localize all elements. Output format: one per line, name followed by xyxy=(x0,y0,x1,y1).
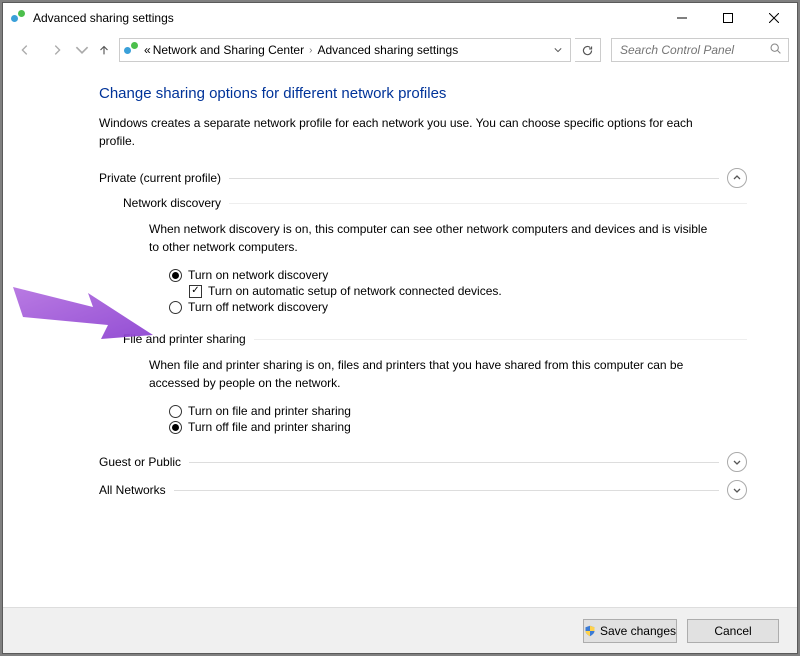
breadcrumb-item[interactable]: Network and Sharing Center xyxy=(153,43,304,57)
save-changes-button[interactable]: Save changes xyxy=(583,619,677,643)
checkbox-auto-setup-devices[interactable]: Turn on automatic setup of network conne… xyxy=(189,284,747,298)
radio-turn-on-network-discovery[interactable]: Turn on network discovery xyxy=(169,268,747,282)
chevron-down-icon[interactable] xyxy=(727,480,747,500)
section-all-networks[interactable]: All Networks xyxy=(99,480,747,500)
section-private[interactable]: Private (current profile) xyxy=(99,168,747,188)
footer-bar: Save changes Cancel xyxy=(3,607,797,653)
network-sharing-icon xyxy=(124,42,140,58)
divider xyxy=(229,203,747,204)
radio-label: Turn on file and printer sharing xyxy=(188,404,351,418)
radio-icon xyxy=(169,269,182,282)
close-button[interactable] xyxy=(751,3,797,33)
checkbox-label: Turn on automatic setup of network conne… xyxy=(208,284,502,298)
subsection-title: Network discovery xyxy=(123,196,221,210)
divider xyxy=(174,490,719,491)
breadcrumb-dropdown[interactable] xyxy=(550,43,566,57)
file-printer-options: Turn on file and printer sharing Turn of… xyxy=(169,404,747,434)
forward-button[interactable] xyxy=(43,37,71,63)
section-label: Private (current profile) xyxy=(99,171,221,185)
titlebar: Advanced sharing settings xyxy=(3,3,797,33)
window: Advanced sharing settings xyxy=(2,2,798,654)
divider xyxy=(254,339,747,340)
radio-label: Turn on network discovery xyxy=(188,268,328,282)
chevron-right-icon: › xyxy=(306,45,315,56)
recent-dropdown[interactable] xyxy=(75,37,89,63)
maximize-button[interactable] xyxy=(705,3,751,33)
section-label: Guest or Public xyxy=(99,455,181,469)
checkbox-icon xyxy=(189,285,202,298)
subsection-file-printer-sharing: File and printer sharing xyxy=(123,332,747,346)
cancel-button[interactable]: Cancel xyxy=(687,619,779,643)
radio-icon xyxy=(169,421,182,434)
radio-turn-on-file-printer[interactable]: Turn on file and printer sharing xyxy=(169,404,747,418)
up-button[interactable] xyxy=(93,37,115,63)
network-discovery-description: When network discovery is on, this compu… xyxy=(149,220,709,256)
section-label: All Networks xyxy=(99,483,166,497)
divider xyxy=(229,178,719,179)
divider xyxy=(189,462,719,463)
breadcrumb-item[interactable]: Advanced sharing settings xyxy=(317,43,458,57)
minimize-button[interactable] xyxy=(659,3,705,33)
refresh-button[interactable] xyxy=(575,38,601,62)
radio-label: Turn off file and printer sharing xyxy=(188,420,351,434)
uac-shield-icon xyxy=(584,625,596,637)
breadcrumb-overflow[interactable]: « xyxy=(144,43,151,57)
chevron-up-icon[interactable] xyxy=(727,168,747,188)
file-printer-description: When file and printer sharing is on, fil… xyxy=(149,356,709,392)
section-guest-public[interactable]: Guest or Public xyxy=(99,452,747,472)
radio-icon xyxy=(169,301,182,314)
network-discovery-options: Turn on network discovery Turn on automa… xyxy=(169,268,747,314)
subsection-network-discovery: Network discovery xyxy=(123,196,747,210)
control-panel-network-icon xyxy=(11,10,27,26)
back-button[interactable] xyxy=(11,37,39,63)
chevron-down-icon[interactable] xyxy=(727,452,747,472)
search-input[interactable] xyxy=(618,42,769,58)
page-description: Windows creates a separate network profi… xyxy=(99,114,709,150)
content-area: Change sharing options for different net… xyxy=(3,67,797,607)
window-title: Advanced sharing settings xyxy=(33,11,659,25)
window-controls xyxy=(659,3,797,33)
button-label: Save changes xyxy=(600,624,676,638)
search-box[interactable] xyxy=(611,38,789,62)
breadcrumb[interactable]: « Network and Sharing Center › Advanced … xyxy=(119,38,571,62)
radio-turn-off-file-printer[interactable]: Turn off file and printer sharing xyxy=(169,420,747,434)
radio-label: Turn off network discovery xyxy=(188,300,328,314)
search-icon[interactable] xyxy=(769,42,782,58)
subsection-title: File and printer sharing xyxy=(123,332,246,346)
radio-turn-off-network-discovery[interactable]: Turn off network discovery xyxy=(169,300,747,314)
radio-icon xyxy=(169,405,182,418)
page-title: Change sharing options for different net… xyxy=(99,85,747,102)
explorer-nav-row: « Network and Sharing Center › Advanced … xyxy=(3,33,797,67)
button-label: Cancel xyxy=(714,624,751,638)
